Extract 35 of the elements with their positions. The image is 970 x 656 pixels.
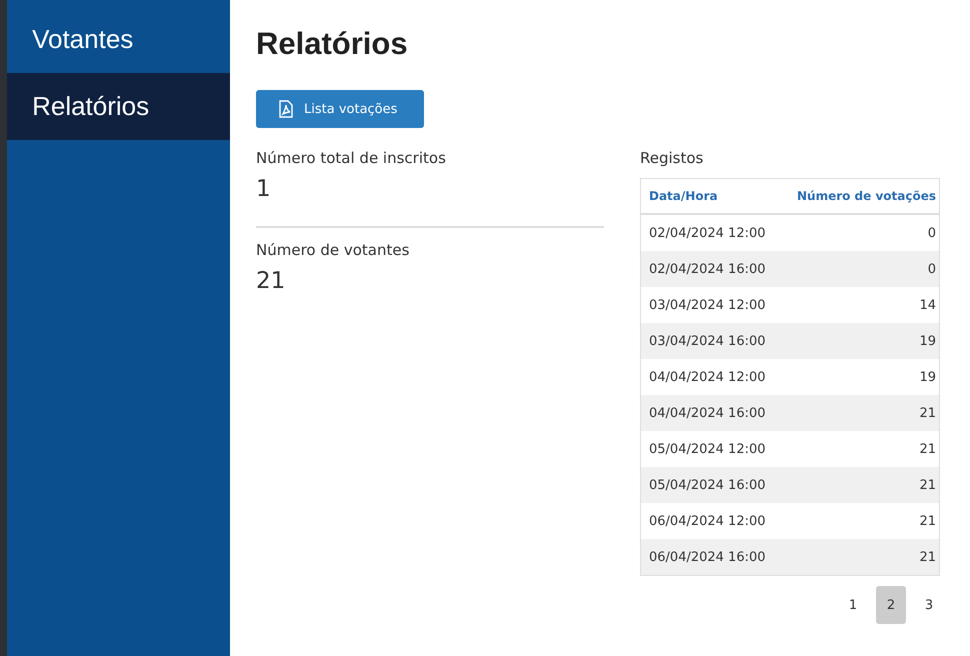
export-button[interactable]: Lista votações bbox=[256, 90, 424, 128]
sidebar-item[interactable]: Votantes bbox=[7, 6, 230, 73]
table-cell: 19 bbox=[780, 359, 940, 395]
page-button[interactable]: 2 bbox=[876, 586, 906, 624]
table-cell: 05/04/2024 12:00 bbox=[640, 431, 781, 467]
table-cell: 02/04/2024 12:00 bbox=[640, 214, 781, 251]
table-cell: 21 bbox=[780, 395, 940, 431]
stat-label: Número de votantes bbox=[256, 240, 410, 260]
pdf-file-icon bbox=[278, 100, 294, 118]
table-cell: 0 bbox=[780, 214, 940, 251]
table-cell: 05/04/2024 16:00 bbox=[640, 467, 781, 503]
sidebar-item[interactable]: Relatórios bbox=[7, 73, 230, 140]
table-cell: 21 bbox=[780, 539, 940, 576]
table-cell: 06/04/2024 16:00 bbox=[640, 539, 781, 576]
table-cell: 04/04/2024 16:00 bbox=[640, 395, 781, 431]
table-cell: 03/04/2024 12:00 bbox=[640, 287, 781, 323]
table-cell: 04/04/2024 12:00 bbox=[640, 359, 781, 395]
stat-value: 21 bbox=[256, 267, 286, 296]
page-button[interactable]: 1 bbox=[838, 586, 868, 624]
column-header[interactable]: Número de votações bbox=[780, 178, 940, 214]
table-cell: 03/04/2024 16:00 bbox=[640, 323, 781, 359]
table-cell: 14 bbox=[780, 287, 940, 323]
table-cell: 06/04/2024 12:00 bbox=[640, 503, 781, 539]
stat-label: Número total de inscritos bbox=[256, 148, 447, 168]
column-header[interactable]: Data/Hora bbox=[640, 178, 781, 214]
table-cell: 21 bbox=[780, 467, 940, 503]
stat-value: 1 bbox=[256, 175, 272, 204]
page-button[interactable]: 3 bbox=[914, 586, 944, 624]
table-cell: 21 bbox=[780, 503, 940, 539]
section-title: Registos bbox=[640, 148, 704, 168]
page-title: Relatórios bbox=[256, 26, 409, 63]
table-cell: 21 bbox=[780, 431, 940, 467]
table-cell: 19 bbox=[780, 323, 940, 359]
table-cell: 0 bbox=[780, 251, 940, 287]
table-cell: 02/04/2024 16:00 bbox=[640, 251, 781, 287]
